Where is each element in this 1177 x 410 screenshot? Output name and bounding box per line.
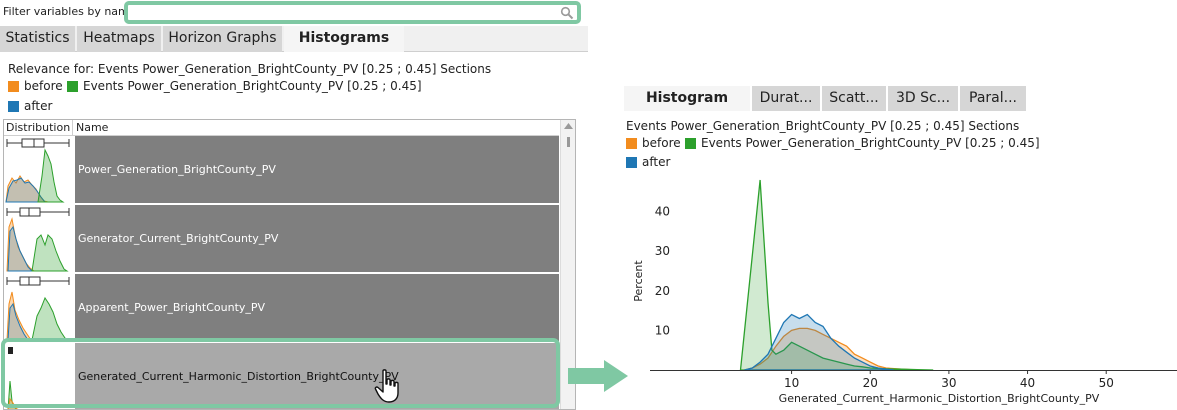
relevance-title: Relevance for: Events Power_Generation_B… — [8, 62, 492, 76]
legend-swatch — [626, 156, 637, 168]
column-header-distribution[interactable]: Distribution — [6, 121, 70, 134]
y-axis-label: Percent — [632, 260, 645, 302]
legend-label: Events Power_Generation_BrightCounty_PV … — [83, 79, 422, 93]
column-header-name[interactable]: Name — [76, 121, 108, 134]
table-row[interactable]: Generator_Current_BrightCounty_PV — [4, 205, 559, 272]
filter-input[interactable] — [130, 6, 557, 19]
legend-swatch — [8, 80, 19, 92]
y-tick-label: 40 — [655, 205, 670, 219]
legend-label: before — [24, 79, 63, 93]
table-header: Distribution Name — [4, 120, 559, 136]
distribution-thumbnail — [4, 274, 75, 341]
legend-item-before: before — [8, 79, 63, 93]
scroll-thumb[interactable] — [567, 137, 570, 147]
x-tick-label: 40 — [1020, 376, 1035, 390]
tab-histograms[interactable]: Histograms — [284, 26, 404, 52]
histogram-chart: 10 20 30 40 50 10 20 30 40 Generated_Current_Har… — [632, 179, 1177, 405]
x-tick-label: 30 — [941, 376, 956, 390]
distribution-thumbnail — [4, 136, 75, 203]
x-tick-label: 20 — [863, 376, 878, 390]
legend-item-event: Events Power_Generation_BrightCounty_PV … — [67, 79, 422, 93]
x-axis-label: Generated_Current_Harmonic_Distortion_Br… — [779, 392, 1100, 405]
left-tab-bar: Statistics Heatmaps Horizon Graphs Histo… — [0, 26, 588, 52]
legend-item-after: after — [8, 99, 52, 113]
variable-table: Distribution Name Power_Generation_Brigh… — [3, 119, 576, 410]
table-row[interactable]: Power_Generation_BrightCounty_PV — [4, 136, 559, 203]
tab-statistics[interactable]: Statistics — [0, 26, 75, 52]
legend-label: before — [642, 136, 681, 150]
tab-duration[interactable]: Durat... — [752, 86, 820, 111]
tab-parallel[interactable]: Paral... — [960, 86, 1026, 111]
hand-pointer-icon — [374, 369, 399, 403]
legend-swatch — [67, 80, 78, 92]
legend-label: after — [642, 155, 671, 169]
column-separator — [72, 120, 73, 136]
legend-swatch — [685, 137, 696, 149]
filter-label: Filter variables by name: — [3, 5, 140, 18]
legend-label: after — [24, 99, 53, 113]
x-tick-label: 50 — [1099, 376, 1114, 390]
y-tick-label: 20 — [655, 284, 670, 298]
scroll-up-arrow-icon[interactable] — [564, 123, 573, 129]
legend-label: Events Power_Generation_BrightCounty_PV … — [701, 136, 1040, 150]
variable-name: Generated_Current_Harmonic_Distortion_Br… — [75, 343, 559, 409]
tab-3d-scatter[interactable]: 3D Sc... — [888, 86, 958, 111]
distribution-thumbnail — [4, 343, 75, 409]
legend-swatch — [8, 100, 19, 112]
tab-scatter[interactable]: Scatt... — [822, 86, 886, 111]
y-tick-label: 10 — [655, 323, 670, 337]
right-tab-bar: Histogram Durat... Scatt... 3D Sc... Par… — [624, 86, 1177, 111]
distribution-thumbnail — [4, 205, 75, 272]
filter-box[interactable] — [124, 1, 581, 24]
chart-title: Events Power_Generation_BrightCounty_PV … — [626, 119, 1020, 133]
tab-horizon-graphs[interactable]: Horizon Graphs — [163, 26, 282, 52]
chart-legend-item-before: before — [626, 136, 681, 150]
table-row[interactable]: Apparent_Power_BrightCounty_PV — [4, 274, 559, 341]
x-tick-label: 10 — [784, 376, 799, 390]
tab-histogram[interactable]: Histogram — [624, 86, 750, 111]
variable-name: Apparent_Power_BrightCounty_PV — [75, 274, 559, 341]
tab-heatmaps[interactable]: Heatmaps — [77, 26, 161, 52]
table-row[interactable]: Generated_Current_Harmonic_Distortion_Br… — [4, 343, 559, 409]
chart-legend-item-event: Events Power_Generation_BrightCounty_PV … — [685, 136, 1040, 150]
legend-swatch — [626, 137, 637, 149]
chart-legend-item-after: after — [626, 155, 670, 169]
y-tick-label: 30 — [655, 244, 670, 258]
variable-name: Power_Generation_BrightCounty_PV — [75, 136, 559, 203]
variable-name: Generator_Current_BrightCounty_PV — [75, 205, 559, 272]
search-icon[interactable] — [560, 6, 574, 20]
